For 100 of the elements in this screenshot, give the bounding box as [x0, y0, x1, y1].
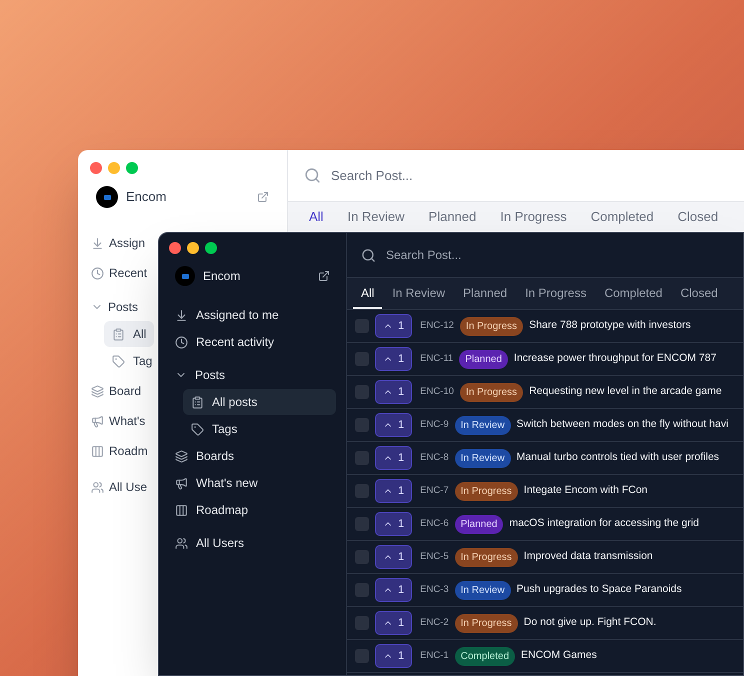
sidebar-item[interactable]: Posts: [90, 294, 140, 320]
row-checkbox[interactable]: [355, 649, 369, 663]
tag-icon: [112, 354, 125, 368]
sidebar-item[interactable]: What's: [90, 408, 146, 434]
post-title: Switch between modes on the fly without havi: [516, 417, 728, 432]
download-tray-icon: [175, 308, 188, 322]
status-badge: Planned: [454, 514, 504, 534]
sidebar-item[interactable]: Roadmap: [169, 497, 336, 523]
tag-icon: [191, 422, 204, 436]
external-link-icon[interactable]: [318, 270, 330, 282]
status-badge: In Progress: [460, 316, 524, 336]
post-title: Requesting new level in the arcade game: [529, 384, 722, 400]
search-icon: [304, 167, 321, 184]
row-checkbox[interactable]: [355, 451, 369, 465]
status-badge: In Progress: [454, 548, 518, 566]
filter-tab[interactable]: In Progress: [491, 206, 576, 230]
post-id: ENC-11: [420, 352, 454, 366]
filter-tab[interactable]: Planned: [455, 278, 516, 309]
upvote-button[interactable]: 1: [375, 479, 412, 503]
upvote-button[interactable]: 1: [375, 512, 412, 536]
megaphone-icon: [175, 476, 188, 490]
row-checkbox[interactable]: [355, 550, 369, 564]
stack-icon: [91, 384, 104, 398]
search-field[interactable]: Search Post...: [331, 166, 631, 186]
row-checkbox[interactable]: [355, 484, 369, 498]
post-id: ENC-2: [420, 616, 449, 630]
sidebar-item[interactable]: Board: [90, 378, 142, 404]
post-title: Push upgrades to Space Paranoids: [516, 582, 682, 598]
filter-tab[interactable]: In Review: [338, 206, 414, 230]
post-id: ENC-7: [420, 484, 449, 498]
upvote-button[interactable]: 1: [375, 644, 412, 668]
filter-tab[interactable]: All: [353, 278, 382, 309]
post-id: ENC-1: [420, 648, 449, 663]
sidebar-item[interactable]: All posts: [183, 389, 336, 415]
row-checkbox[interactable]: [355, 385, 369, 399]
row-checkbox[interactable]: [355, 616, 369, 630]
row-checkbox[interactable]: [355, 352, 369, 366]
status-badge: In Review: [454, 448, 511, 468]
sidebar-item[interactable]: Roadm: [90, 438, 149, 464]
post-title: Share 788 prototype with investors: [529, 318, 691, 334]
row-checkbox[interactable]: [355, 583, 369, 597]
stack-icon: [175, 450, 188, 462]
post-id: ENC-9: [420, 418, 449, 432]
upvote-button[interactable]: 1: [375, 446, 412, 470]
row-checkbox[interactable]: [355, 319, 369, 333]
upvote-button[interactable]: 1: [375, 611, 412, 635]
workspace-name: Encom: [203, 268, 240, 285]
download-tray-icon: [91, 236, 104, 250]
search-field[interactable]: Search Post...: [386, 246, 686, 264]
upvote-button[interactable]: 1: [375, 347, 412, 371]
post-title: Do not give up. Fight FCON.: [524, 615, 656, 630]
sidebar-item[interactable]: All: [104, 321, 154, 347]
row-checkbox[interactable]: [355, 517, 369, 531]
post-id: ENC-8: [420, 450, 449, 465]
status-badge: In Review: [454, 580, 511, 600]
sidebar-item[interactable]: Recent activity: [169, 329, 336, 355]
filter-tab[interactable]: Completed: [582, 206, 663, 230]
post-id: ENC-12: [420, 318, 454, 333]
sidebar-item[interactable]: Boards: [169, 443, 336, 469]
clipboard-icon: [191, 396, 204, 408]
post-title: Improved data transmission: [524, 549, 653, 564]
filter-tab[interactable]: In Progress: [517, 278, 594, 309]
sidebar-item[interactable]: Tags: [183, 416, 336, 442]
sidebar-item[interactable]: Assigned to me: [169, 302, 336, 328]
filter-tab[interactable]: Closed: [672, 278, 726, 309]
row-checkbox[interactable]: [355, 418, 369, 432]
sidebar-item[interactable]: What's new: [169, 470, 336, 496]
upvote-button[interactable]: 1: [375, 380, 412, 404]
filter-tab[interactable]: Planned: [420, 206, 486, 230]
post-title: Integate Encom with FCon: [524, 483, 648, 498]
upvote-button[interactable]: 1: [375, 545, 412, 569]
status-badge: In Review: [454, 416, 511, 434]
filter-tab[interactable]: All: [300, 206, 332, 230]
users-icon: [91, 480, 104, 494]
clock-icon: [91, 266, 104, 280]
filter-tab[interactable]: Completed: [596, 278, 670, 309]
upvote-button[interactable]: 1: [375, 578, 412, 602]
clock-icon: [175, 336, 188, 348]
columns-icon: [175, 504, 188, 516]
sidebar-item[interactable]: Recent: [90, 260, 148, 286]
status-badge: In Progress: [460, 382, 524, 402]
sidebar-item[interactable]: All Users: [169, 530, 336, 556]
upvote-button[interactable]: 1: [375, 314, 412, 338]
sidebar-item[interactable]: Assign: [90, 230, 146, 256]
search-icon: [361, 248, 376, 262]
upvote-button[interactable]: 1: [375, 413, 412, 437]
filter-tab[interactable]: In Review: [384, 278, 454, 309]
post-id: ENC-5: [420, 550, 449, 564]
post-id: ENC-6: [420, 516, 449, 531]
workspace-name: Encom: [126, 188, 166, 206]
megaphone-icon: [91, 414, 104, 428]
filter-tab[interactable]: Closed: [668, 206, 728, 230]
users-icon: [175, 536, 188, 550]
status-badge: Completed: [454, 646, 515, 666]
sidebar-item[interactable]: All Use: [90, 474, 148, 500]
status-badge: In Progress: [454, 482, 518, 500]
sidebar-item[interactable]: Tag: [104, 348, 160, 374]
brand-logo-icon: [175, 266, 195, 286]
post-title: Increase power throughput for ENCOM 787: [514, 351, 716, 366]
sidebar-item[interactable]: Posts: [169, 362, 336, 388]
